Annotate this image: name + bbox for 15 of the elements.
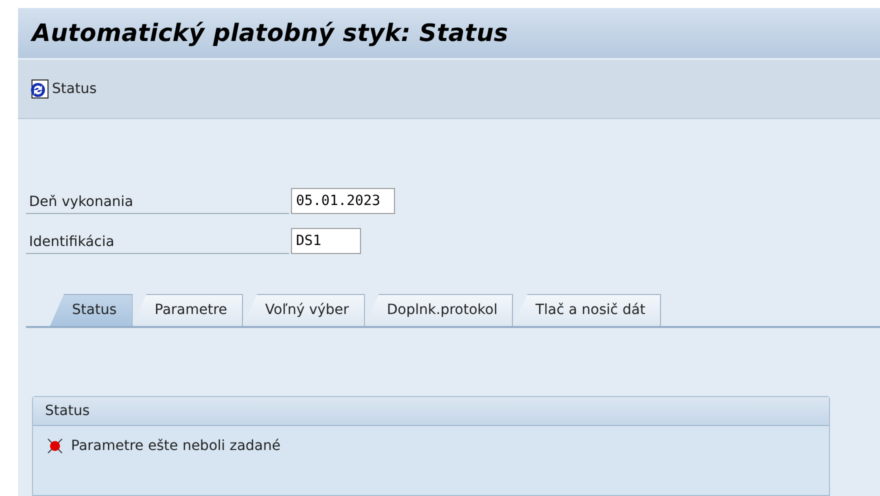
status-button[interactable]: Status <box>28 78 97 100</box>
field-label: Deň vykonania <box>26 194 289 214</box>
status-light-icon <box>47 438 63 454</box>
input-field[interactable]: DS1 <box>291 228 361 254</box>
input-field[interactable]: 05.01.2023 <box>291 188 395 214</box>
tab[interactable]: Doplnk.protokol <box>364 294 514 326</box>
tab[interactable]: Voľný výber <box>243 294 365 326</box>
tab[interactable]: Tlač a nosič dát <box>513 294 662 326</box>
tab[interactable]: Parametre <box>132 294 244 326</box>
refresh-icon <box>28 78 50 100</box>
status-message: Parametre ešte neboli zadané <box>71 438 280 454</box>
group-title: Status <box>33 397 829 426</box>
window-title: Automatický platobný styk: Status <box>32 19 508 47</box>
field-label: Identifikácia <box>26 234 289 254</box>
tab[interactable]: Status <box>50 294 133 326</box>
